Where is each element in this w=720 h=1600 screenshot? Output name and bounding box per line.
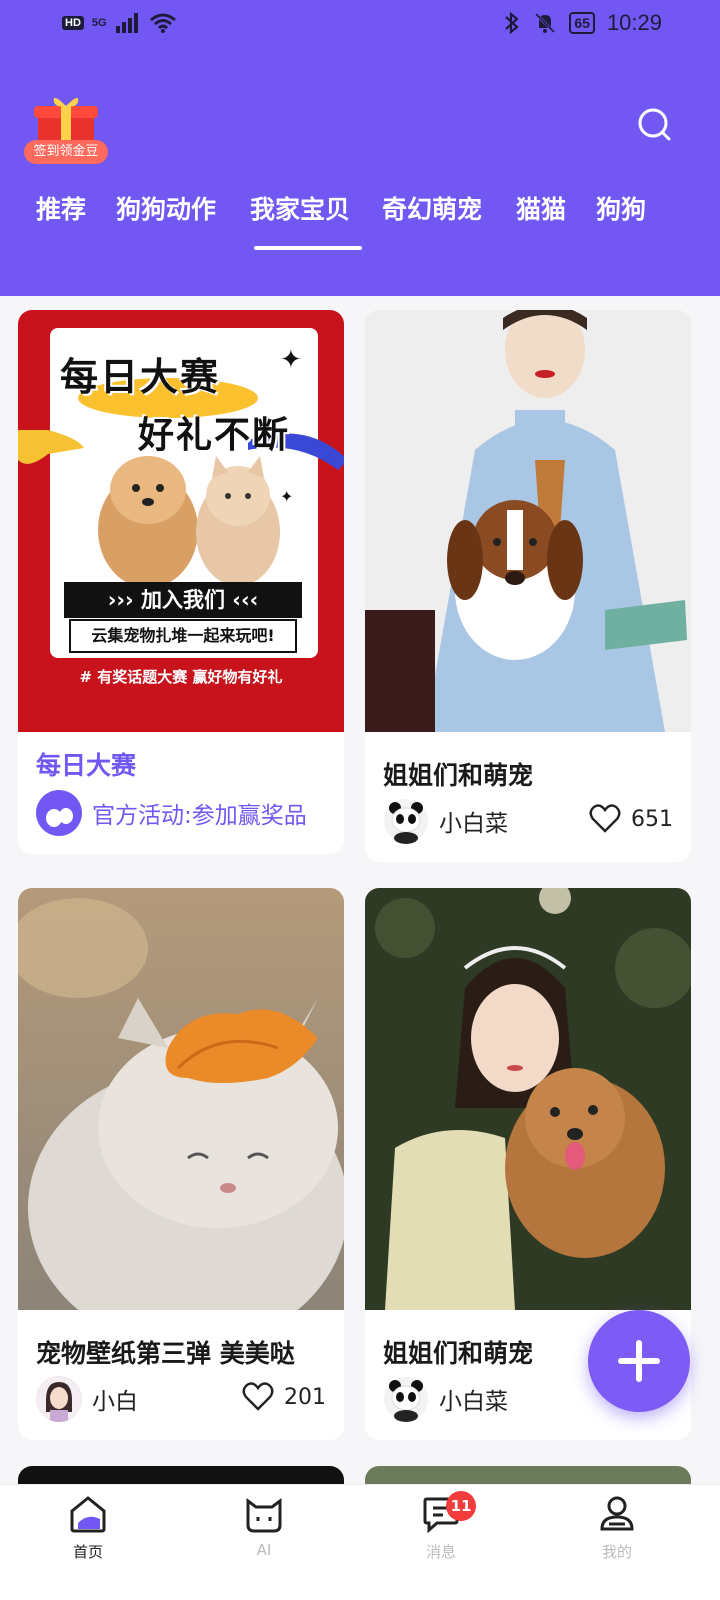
hd-badge: HD — [62, 16, 84, 30]
card-author: 小白菜 — [383, 1376, 508, 1422]
author-name: 小白菜 — [439, 811, 508, 837]
avatar — [36, 790, 82, 836]
feed-card-daily-contest[interactable]: ✦ ✦ 每日大赛 好礼不断 ››› 加入我们 ‹‹‹ 云集宠物扎堆一起来玩吧! … — [18, 310, 344, 854]
poster-join: ››› 加入我们 ‹‹‹ — [107, 588, 259, 612]
feed-card[interactable]: 宠物壁纸第三弹 美美哒 小白 201 — [18, 888, 344, 1440]
tab-fantasy-pets[interactable]: 奇幻萌宠 — [382, 190, 482, 226]
contest-poster: ✦ ✦ 每日大赛 好礼不断 ››› 加入我们 ‹‹‹ 云集宠物扎堆一起来玩吧! … — [18, 310, 344, 732]
mute-bell-icon — [535, 12, 556, 34]
author-name: 小白菜 — [439, 1389, 508, 1415]
search-button[interactable] — [636, 106, 672, 142]
card-title: 每日大赛 — [36, 751, 137, 780]
avatar — [383, 798, 429, 844]
tab-dogs[interactable]: 狗狗 — [596, 190, 646, 226]
status-bar: HD 5G 65 10:29 — [0, 0, 720, 50]
card-title: 姐姐们和萌宠 — [383, 1339, 534, 1368]
card-photo — [18, 888, 344, 1348]
panda-avatar-icon — [384, 799, 428, 844]
cat-face-icon — [246, 1498, 282, 1533]
nav-label: 我的 — [601, 1543, 632, 1561]
profile-icon — [600, 1496, 634, 1531]
card-photo — [365, 310, 691, 732]
tab-cats[interactable]: 猫猫 — [516, 190, 566, 226]
heart-icon — [242, 1382, 274, 1411]
card-title: 宠物壁纸第三弹 美美哒 — [36, 1339, 295, 1368]
woman-with-poodle-photo — [365, 888, 691, 1310]
poster-footer: # 有奖话题大赛 赢好物有好礼 — [79, 668, 283, 686]
category-tabs: 推荐 狗狗动作 我家宝贝 奇幻萌宠 猫猫 狗狗 — [0, 190, 720, 250]
active-tab-indicator — [254, 246, 362, 250]
card-author: 官方活动:参加赢奖品 — [36, 790, 307, 836]
tab-recommend[interactable]: 推荐 — [36, 190, 86, 226]
nav-ai[interactable]: AI — [219, 1495, 309, 1559]
heart-icon — [589, 804, 621, 833]
nav-profile[interactable]: 我的 — [572, 1495, 662, 1562]
woman-with-beagle-photo — [365, 310, 691, 732]
author-name: 官方活动:参加赢奖品 — [92, 803, 307, 829]
unread-badge: 11 — [446, 1491, 476, 1521]
poster-join-text: 加入我们 — [141, 588, 225, 612]
panda-avatar-icon — [384, 1377, 428, 1422]
bottom-navigation: 首页 AI 11 消息 我的 — [0, 1484, 720, 1600]
status-time: 10:29 — [606, 10, 662, 35]
nav-home[interactable]: 首页 — [43, 1495, 133, 1562]
like-count: 651 — [631, 806, 673, 832]
plus-icon — [618, 1340, 660, 1382]
network-type: 5G — [91, 17, 107, 29]
cat-with-leaf-photo — [18, 888, 344, 1348]
svg-text:✦: ✦ — [280, 345, 302, 375]
tab-my-baby[interactable]: 我家宝贝 — [250, 190, 350, 226]
svg-text:✦: ✦ — [280, 487, 293, 506]
feed-card[interactable]: 姐姐们和萌宠 小白菜 651 — [365, 310, 691, 862]
card-author: 小白菜 — [383, 798, 508, 844]
card-title: 姐姐们和萌宠 — [383, 761, 534, 790]
like-button[interactable]: 201 — [242, 1382, 326, 1412]
nav-label: 消息 — [425, 1543, 456, 1561]
battery-indicator: 65 — [569, 12, 595, 34]
top-header: HD 5G 65 10:29 签到领金豆 推荐 狗狗动作 我家宝贝 奇幻萌宠 猫… — [0, 0, 720, 296]
wifi-icon — [149, 13, 176, 33]
like-button[interactable]: 651 — [589, 804, 673, 834]
like-count: 201 — [284, 1384, 326, 1410]
poster-headline-2: 好礼不断 — [138, 415, 291, 456]
nav-messages[interactable]: 11 消息 — [396, 1491, 486, 1562]
gift-label: 签到领金豆 — [24, 140, 108, 164]
poster-slogan: 云集宠物扎堆一起来玩吧! — [91, 626, 275, 645]
poster-headline-1: 每日大赛 — [60, 355, 221, 399]
avatar — [383, 1376, 429, 1422]
signal-icon — [115, 13, 138, 33]
card-author: 小白 — [36, 1376, 138, 1422]
avatar — [36, 1376, 82, 1422]
nav-label: 首页 — [72, 1543, 103, 1561]
create-post-button[interactable] — [588, 1310, 690, 1412]
nav-label: AI — [256, 1541, 272, 1559]
pets-avatar-icon — [46, 808, 73, 827]
home-icon — [70, 1496, 106, 1533]
girl-avatar-icon — [37, 1377, 81, 1422]
author-name: 小白 — [92, 1389, 138, 1415]
checkin-gift-button[interactable]: 签到领金豆 — [24, 92, 108, 168]
tab-dog-actions[interactable]: 狗狗动作 — [116, 190, 216, 226]
card-photo — [365, 888, 691, 1310]
bluetooth-icon — [505, 11, 520, 35]
search-icon — [638, 108, 671, 141]
